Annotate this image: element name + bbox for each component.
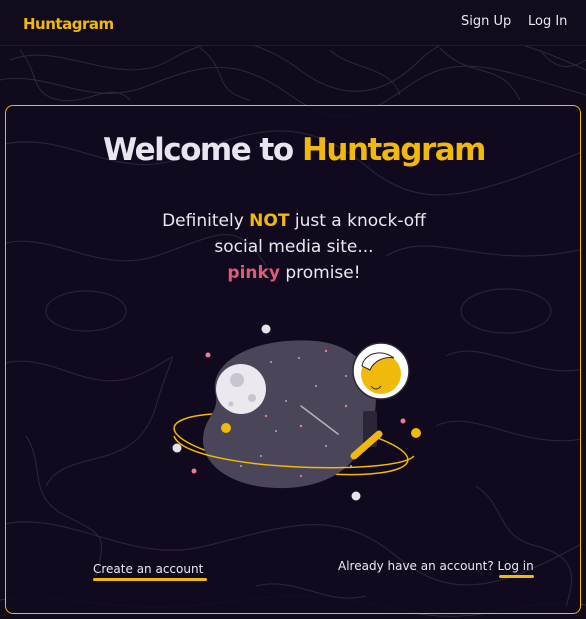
welcome-heading: Welcome to Huntagram	[6, 132, 580, 168]
tagline: Definitely NOT just a knock-off social m…	[6, 208, 580, 286]
welcome-card: Welcome to Huntagram Definitely NOT just…	[5, 105, 581, 614]
tagline-not-highlight: NOT	[249, 211, 290, 231]
nav-signup-link[interactable]: Sign Up	[461, 14, 511, 29]
create-account-underline	[93, 578, 207, 581]
welcome-brand: Huntagram	[301, 132, 487, 168]
create-account-link[interactable]: Create an account	[93, 562, 203, 576]
footer-login-link[interactable]: Log in	[498, 559, 534, 573]
tagline-pinky-highlight: pinky	[227, 263, 280, 283]
navbar: Huntagram Sign Up Log In	[0, 0, 586, 46]
tagline-line3-post: promise!	[279, 263, 361, 283]
tagline-line1-post: just a knock-off	[289, 211, 426, 231]
tagline-line-3: pinky promise!	[6, 260, 580, 286]
nav-login-link[interactable]: Log In	[528, 14, 567, 29]
tagline-line-2: social media site...	[214, 237, 374, 257]
already-have-account-text: Already have an account? Log in	[338, 559, 534, 573]
tagline-line1-pre: Definitely	[162, 211, 250, 231]
footer-login-underline	[499, 575, 534, 578]
welcome-prefix: Welcome to	[103, 132, 302, 168]
astronaut-planet-illustration	[172, 324, 421, 501]
brand-logo[interactable]: Huntagram	[23, 15, 114, 33]
tagline-line-1: Definitely NOT just a knock-off	[6, 208, 580, 234]
already-have-account-label: Already have an account?	[338, 559, 498, 573]
